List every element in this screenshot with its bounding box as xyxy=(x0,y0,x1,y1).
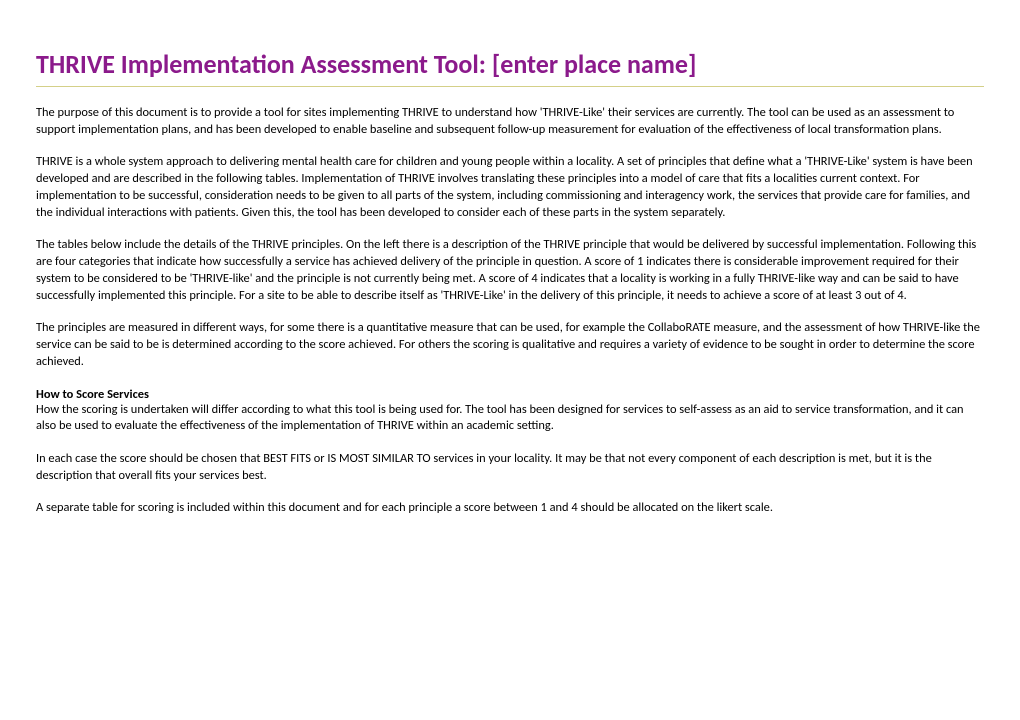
page-title: THRIVE Implementation Assessment Tool: [… xyxy=(36,48,984,80)
scoring-paragraph-1: How the scoring is undertaken will diffe… xyxy=(36,402,984,435)
scoring-paragraph-2: In each case the score should be chosen … xyxy=(36,451,984,484)
scoring-subheading: How to Score Services xyxy=(36,387,984,402)
title-divider xyxy=(36,86,984,87)
intro-paragraph-4: The principles are measured in different… xyxy=(36,320,984,370)
intro-paragraph-2: THRIVE is a whole system approach to del… xyxy=(36,154,984,221)
scoring-paragraph-3: A separate table for scoring is included… xyxy=(36,500,984,517)
intro-paragraph-3: The tables below include the details of … xyxy=(36,237,984,304)
intro-paragraph-1: The purpose of this document is to provi… xyxy=(36,105,984,138)
